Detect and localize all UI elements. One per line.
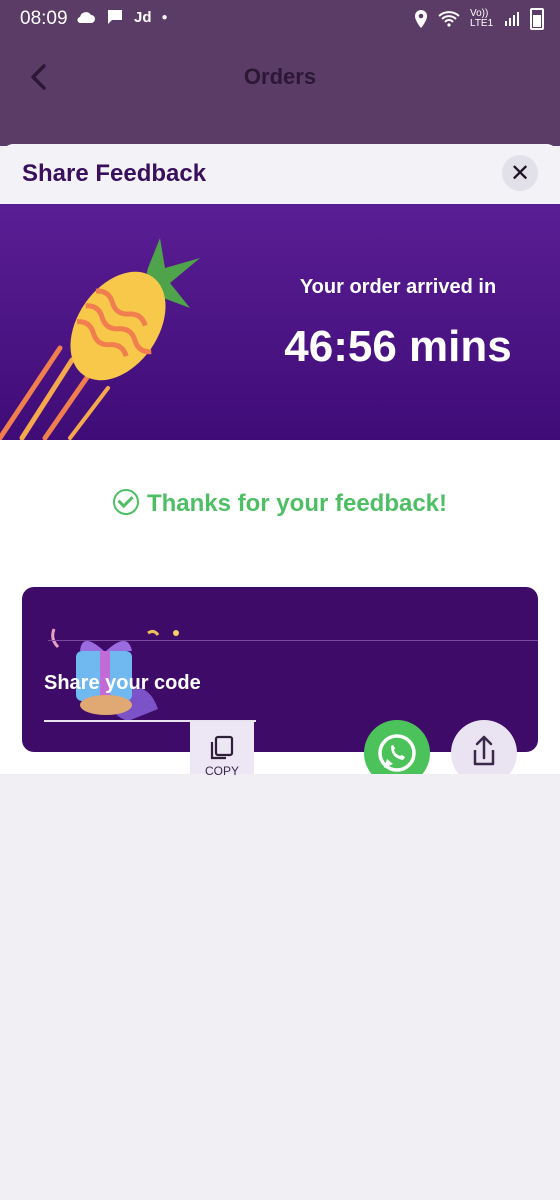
copy-icon	[210, 735, 234, 760]
card-divider	[48, 640, 538, 641]
thanks-message: Thanks for your feedback!	[0, 489, 560, 518]
location-icon	[415, 10, 427, 28]
carrier-indicator: Jd	[134, 8, 152, 26]
thanks-text: Thanks for your feedback!	[146, 490, 448, 517]
copy-label: COPY	[204, 764, 239, 778]
close-icon: ✕	[509, 159, 531, 187]
whatsapp-icon	[364, 720, 430, 774]
arrival-banner: Your order arrived in 46:56 mins	[0, 204, 560, 440]
page-title: Orders	[243, 64, 317, 89]
status-bar: 08:09 Jd ● Vo)) LTE1	[0, 0, 560, 36]
pineapple-illustration	[0, 238, 200, 440]
share-code-label: Share your code	[44, 672, 201, 694]
dot-icon: ●	[161, 11, 168, 23]
app-bar: Orders	[0, 36, 560, 146]
battery-icon	[530, 8, 544, 30]
sheet-header: Share Feedback ✕	[0, 144, 560, 204]
notification-icons: Jd ●	[76, 8, 168, 26]
copy-button[interactable]: COPY	[190, 722, 254, 778]
cloud-icon	[77, 12, 95, 24]
share-button[interactable]	[451, 720, 517, 774]
close-button[interactable]: ✕	[502, 155, 538, 191]
status-time: 08:09	[20, 8, 68, 29]
whatsapp-share-button[interactable]	[364, 720, 430, 774]
arrived-text: Your order arrived in	[299, 276, 497, 298]
message-icon	[108, 10, 122, 24]
arrival-duration: 46:56 mins	[284, 322, 512, 371]
sheet-title: Share Feedback	[22, 160, 207, 187]
feedback-sheet: Share Feedback ✕ Your order arrived in 4…	[0, 144, 560, 774]
check-circle-icon	[112, 489, 139, 515]
system-icons: Vo)) LTE1	[414, 8, 544, 30]
wifi-icon	[438, 11, 460, 27]
signal-icon	[505, 12, 519, 26]
network-label: Vo)) LTE1	[470, 8, 494, 29]
share-icon	[451, 720, 517, 774]
